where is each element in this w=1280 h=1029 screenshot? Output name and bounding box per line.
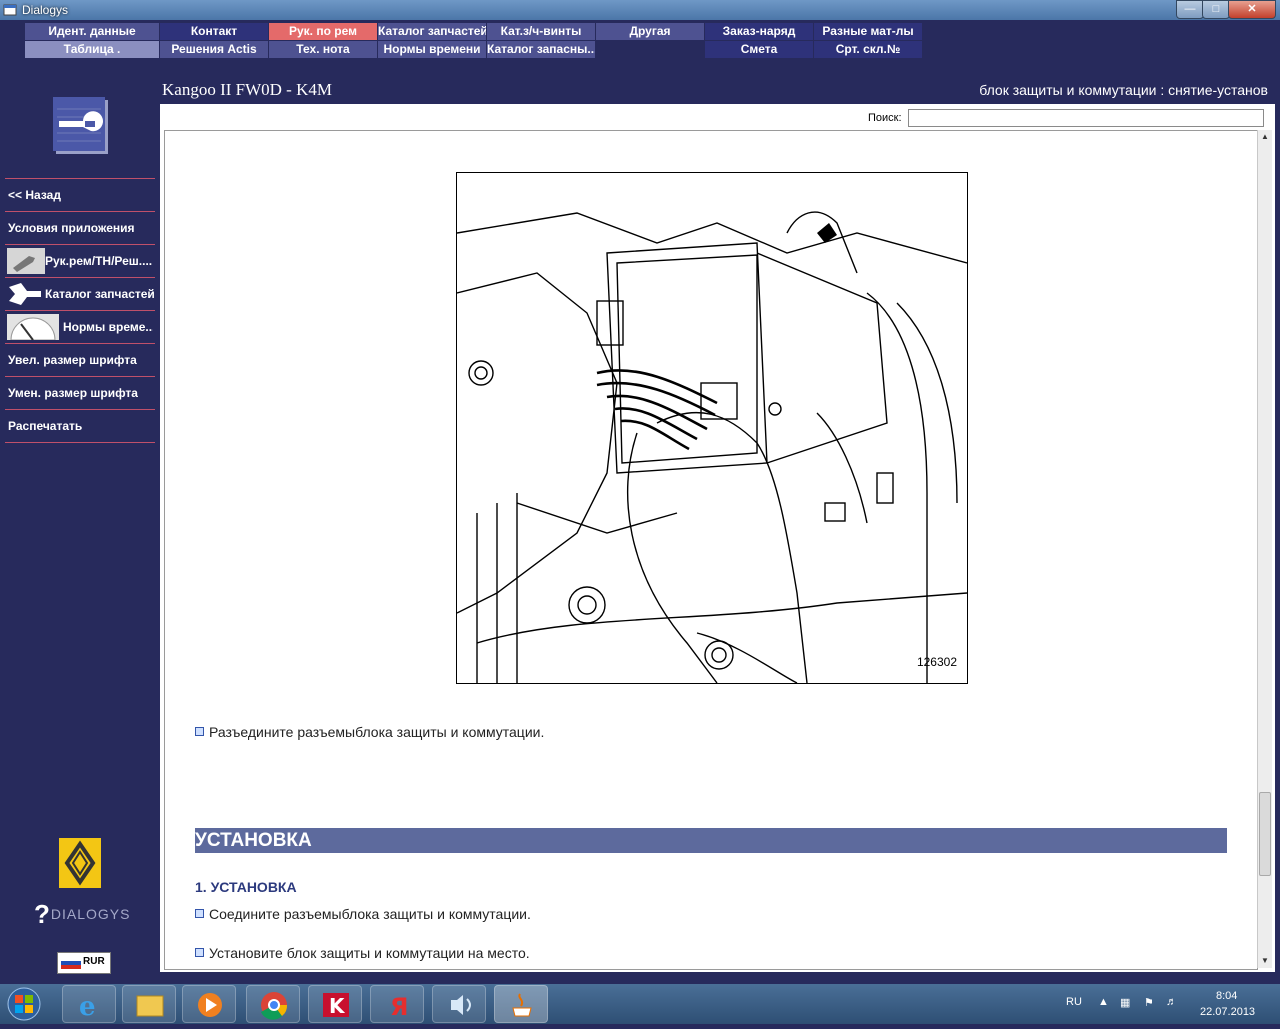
tab-work-order[interactable]: Заказ-наряд xyxy=(705,23,813,40)
minimize-button[interactable]: — xyxy=(1176,0,1204,19)
tab-stock-number[interactable]: Срт. скл.№ xyxy=(814,41,922,58)
tab-table[interactable]: Таблица . xyxy=(25,41,159,58)
start-button[interactable] xyxy=(2,985,46,1023)
tab-parts-catalog[interactable]: Каталог запчастей xyxy=(378,23,486,40)
section-header: УСТАНОВКА xyxy=(195,828,1227,853)
yandex-icon[interactable]: Я xyxy=(370,985,424,1023)
step-disconnect: Разъедините разъемыблока защиты и коммут… xyxy=(195,724,544,740)
ie-icon[interactable]: e xyxy=(62,985,116,1023)
maximize-button[interactable]: □ xyxy=(1202,0,1230,19)
bullet-icon xyxy=(195,909,204,918)
sidebar-item-increase-font[interactable]: Увел. размер шрифта xyxy=(5,344,155,377)
window-titlebar: Dialogys — □ ✕ xyxy=(0,0,1280,20)
sidebar-item-back[interactable]: << Назад xyxy=(5,179,155,212)
close-button[interactable]: ✕ xyxy=(1228,0,1276,19)
clock-date[interactable]: 22.07.2013 xyxy=(1200,1006,1255,1018)
search-input[interactable] xyxy=(908,109,1264,127)
tab-spare-parts-catalog[interactable]: Каталог запасны... xyxy=(487,41,595,58)
figure-number: 126302 xyxy=(916,655,957,669)
speedometer-icon xyxy=(7,314,59,341)
kaspersky-icon[interactable]: K xyxy=(308,985,362,1023)
bullet-icon xyxy=(195,948,204,957)
parts-icon xyxy=(7,281,45,307)
search-label: Поиск: xyxy=(868,112,902,124)
sound-icon[interactable] xyxy=(432,985,486,1023)
windows-taskbar: e K Я RU ▲ ▦ ⚑ ♬ 8:04 22.07.2013 xyxy=(0,984,1280,1024)
document-title: Kangoo II FW0D - K4M xyxy=(162,80,332,99)
window-title: Dialogys xyxy=(22,3,69,17)
document-subtitle: блок защиты и коммутации : снятие-устано… xyxy=(979,82,1268,98)
sidebar-item-repair-manual[interactable]: Рук.рем/ТН/Реш.... xyxy=(5,245,155,278)
tab-estimate[interactable]: Смета xyxy=(705,41,813,58)
tab-contact[interactable]: Контакт xyxy=(160,23,268,40)
svg-text:Я: Я xyxy=(390,993,408,1021)
content-panel: Поиск: 126302 Разъедините разъемыблока з… xyxy=(160,104,1275,972)
app-icon xyxy=(3,4,17,16)
currency-selector[interactable]: RUR xyxy=(57,952,111,974)
tab-repair-manual[interactable]: Рук. по рем xyxy=(269,23,377,40)
action-center-flag-icon[interactable]: ⚑ xyxy=(1144,996,1154,1009)
search-bar: Поиск: xyxy=(160,104,1275,130)
tray-expand-icon[interactable]: ▲ xyxy=(1098,996,1109,1008)
sidebar-item-parts-catalog[interactable]: Каталог запчастей xyxy=(5,278,155,311)
sidebar-item-print[interactable]: Распечатать xyxy=(5,410,155,443)
sidebar-item-decrease-font[interactable]: Умен. размер шрифта xyxy=(5,377,155,410)
tab-other[interactable]: Другая xyxy=(596,23,704,40)
svg-text:K: K xyxy=(329,994,346,1018)
tab-parts-screws[interactable]: Кат.з/ч-винты xyxy=(487,23,595,40)
language-indicator[interactable]: RU xyxy=(1066,996,1082,1008)
tab-tech-note[interactable]: Тех. нота xyxy=(269,41,377,58)
explorer-icon[interactable] xyxy=(122,985,176,1023)
tab-ident-data[interactable]: Идент. данные xyxy=(25,23,159,40)
volume-icon[interactable]: ♬ xyxy=(1166,996,1177,1008)
media-player-icon[interactable] xyxy=(182,985,236,1023)
tab-actis-solutions[interactable]: Решения Actis xyxy=(160,41,268,58)
sidebar-item-app-conditions[interactable]: Условия приложения xyxy=(5,212,155,245)
wrench-tool-icon xyxy=(53,97,105,151)
renault-logo xyxy=(59,838,101,888)
engine-bay-drawing xyxy=(457,211,967,683)
russia-flag-icon xyxy=(61,957,81,969)
clock-time[interactable]: 8:04 xyxy=(1216,990,1237,1002)
scroll-thumb[interactable] xyxy=(1259,792,1271,876)
chrome-icon[interactable] xyxy=(246,985,300,1023)
svg-text:e: e xyxy=(79,992,96,1022)
java-icon[interactable] xyxy=(494,985,548,1023)
network-icon[interactable]: ▦ xyxy=(1120,996,1130,1009)
scroll-down-arrow-icon[interactable]: ▼ xyxy=(1258,954,1272,968)
document-view: 126302 Разъедините разъемыблока защиты и… xyxy=(164,130,1258,970)
sidebar-item-labour-times[interactable]: Нормы време... xyxy=(5,311,155,344)
bullet-icon xyxy=(195,727,204,736)
tab-labour-times[interactable]: Нормы времени xyxy=(378,41,486,58)
top-navigation: Идент. данные Контакт Рук. по рем Катало… xyxy=(0,20,1280,78)
step-connect: Соедините разъемыблока защиты и коммутац… xyxy=(195,906,531,922)
dialogys-logo: ?DIALOGYS xyxy=(34,899,131,929)
step-install: Установите блок защиты и коммутации на м… xyxy=(195,945,530,961)
tab-misc-materials[interactable]: Разные мат-лы xyxy=(814,23,922,40)
subsection-heading: 1. УСТАНОВКА xyxy=(195,879,297,895)
vertical-scrollbar[interactable]: ▲ ▼ xyxy=(1257,130,1272,968)
technical-illustration: 126302 xyxy=(456,172,968,684)
scroll-up-arrow-icon[interactable]: ▲ xyxy=(1258,130,1272,144)
wrench-icon xyxy=(7,248,45,274)
